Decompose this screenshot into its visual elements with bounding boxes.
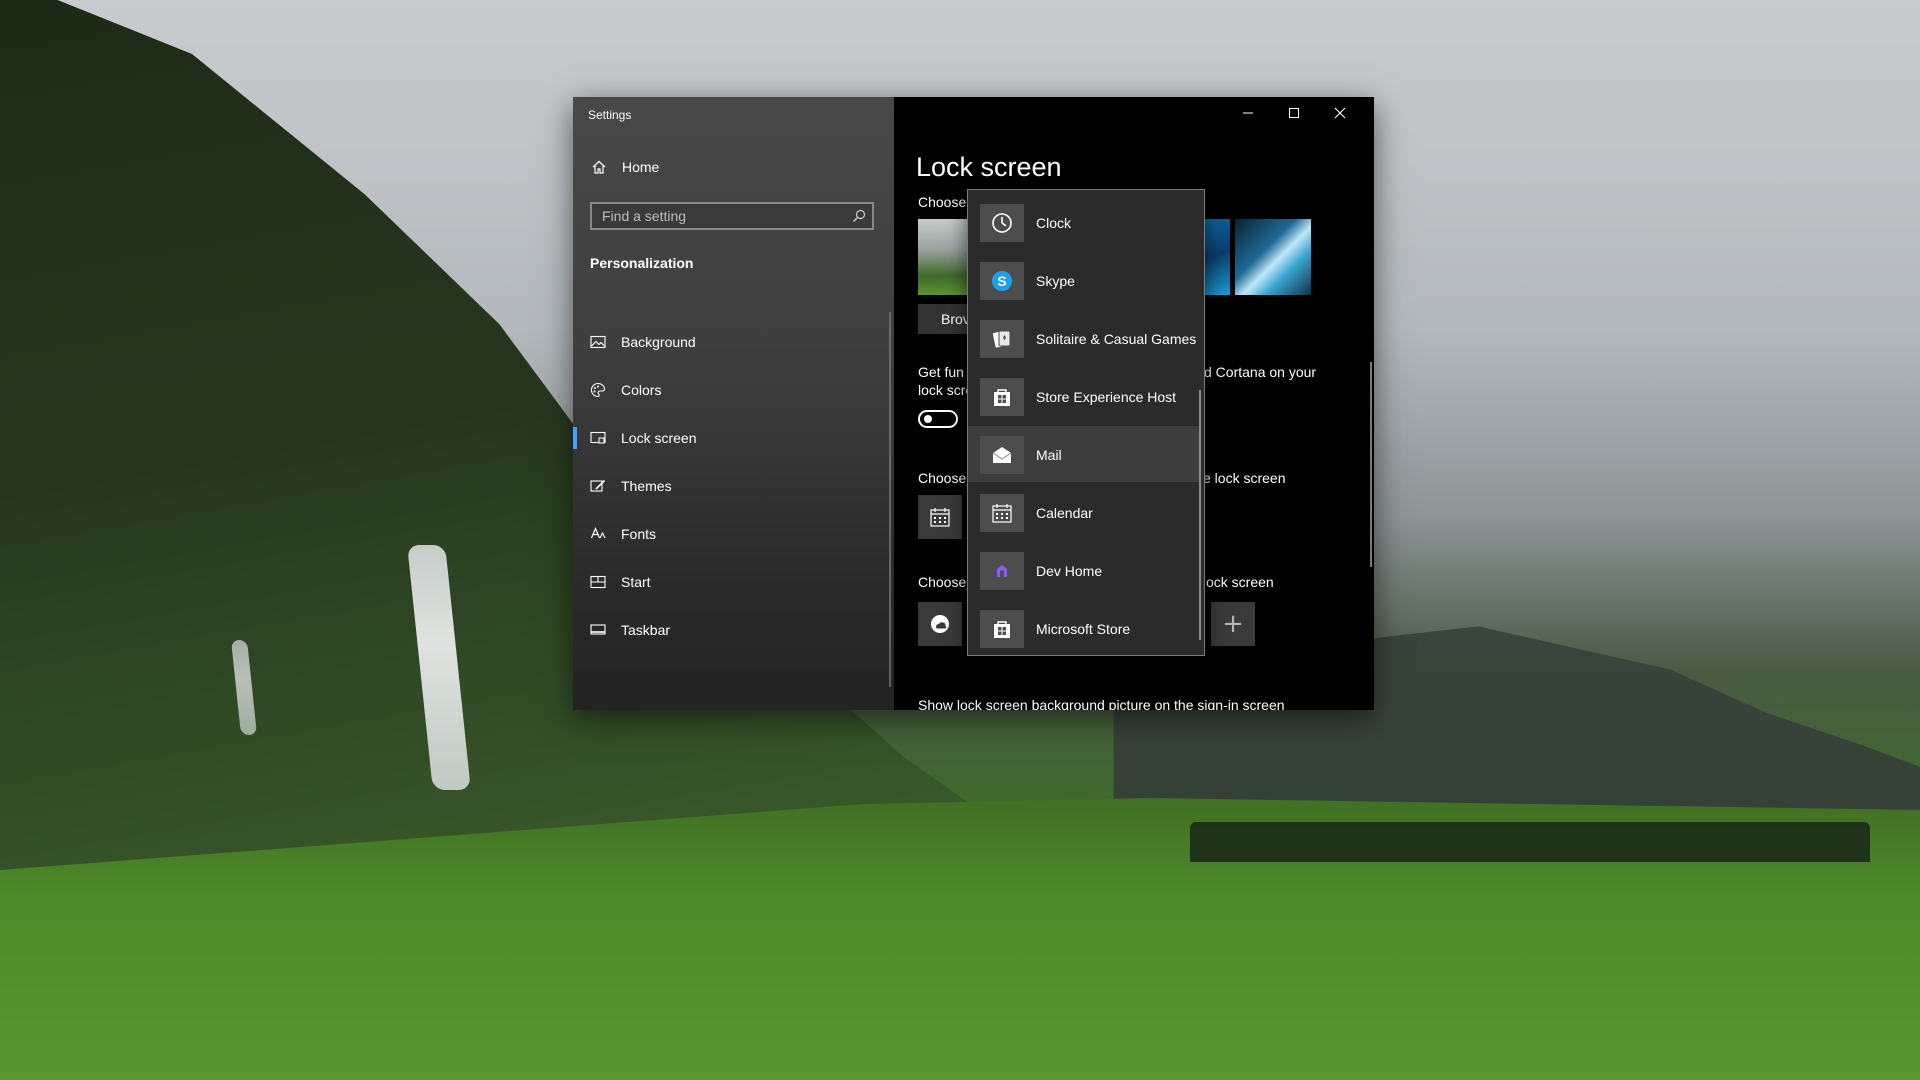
- window-title: Settings: [588, 108, 632, 122]
- flyout-item-solitaire[interactable]: Solitaire & Casual Games: [968, 310, 1200, 366]
- sidebar-item-colors[interactable]: Colors: [573, 370, 894, 410]
- home-button[interactable]: Home: [573, 151, 894, 183]
- flyout-item-label: Calendar: [1036, 505, 1093, 521]
- flyout-item-calendar[interactable]: Calendar: [968, 484, 1200, 540]
- sidebar-scrollbar[interactable]: [889, 312, 891, 687]
- sidebar-item-label: Taskbar: [621, 622, 671, 638]
- flyout-item-skype[interactable]: S Skype: [968, 252, 1200, 308]
- palette-icon: [590, 382, 606, 398]
- close-button[interactable]: [1317, 97, 1363, 129]
- navigation-pane: Settings Home Personalization Background: [573, 97, 894, 710]
- flyout-item-label: Mail: [1036, 447, 1062, 463]
- flyout-item-label: Store Experience Host: [1036, 389, 1177, 405]
- fun-facts-label-left: Get fun: [918, 364, 964, 380]
- sidebar-item-label: Start: [621, 574, 651, 590]
- maximize-button[interactable]: [1271, 97, 1317, 129]
- picture-icon: [590, 334, 606, 350]
- maximize-icon: [1289, 108, 1299, 118]
- plus-icon: +: [1222, 609, 1244, 639]
- sidebar-item-label: Background: [621, 334, 696, 350]
- flyout-item-label: Dev Home: [1036, 563, 1103, 579]
- quick-status-label-left: Choose: [918, 574, 967, 590]
- signin-picture-label: Show lock screen background picture on t…: [918, 697, 1285, 710]
- fun-facts-toggle[interactable]: [918, 410, 958, 428]
- weather-icon: [931, 615, 949, 633]
- recent-picture-5[interactable]: [1235, 219, 1311, 295]
- sidebar-item-label: Themes: [621, 478, 672, 494]
- calendar-icon: [930, 508, 950, 527]
- sidebar-item-themes[interactable]: Themes: [573, 466, 894, 506]
- flyout-item-label: Skype: [1036, 273, 1075, 289]
- search-input[interactable]: [592, 204, 852, 228]
- cards-icon: [980, 320, 1024, 358]
- start-icon: [590, 574, 606, 590]
- taskbar-icon: [590, 622, 606, 638]
- flyout-item-label: Solitaire & Casual Games: [1036, 331, 1197, 347]
- flyout-item-clock[interactable]: Clock: [968, 194, 1200, 250]
- sidebar-item-background[interactable]: Background: [573, 322, 894, 362]
- fun-facts-label-right: d Cortana on your: [1204, 364, 1317, 380]
- detailed-status-label-left: Choose: [918, 470, 967, 486]
- sidebar-item-start[interactable]: Start: [573, 562, 894, 602]
- brush-icon: [590, 478, 606, 494]
- search-box[interactable]: [590, 202, 874, 230]
- choose-picture-label: Choose: [918, 194, 967, 210]
- toggle-knob: [924, 415, 932, 423]
- active-indicator: [573, 427, 577, 449]
- store-icon: [980, 610, 1024, 648]
- detailed-status-label-right: e lock screen: [1203, 470, 1286, 486]
- flyout-scrollbar[interactable]: [1199, 390, 1201, 640]
- calendar-icon: [980, 494, 1024, 532]
- flyout-item-store-experience-host[interactable]: Store Experience Host: [968, 368, 1200, 424]
- sidebar-item-lock-screen[interactable]: Lock screen: [573, 418, 894, 458]
- fun-facts-label-line2: lock scre: [918, 382, 974, 398]
- mail-icon: [980, 436, 1024, 474]
- add-quick-status-button[interactable]: +: [1211, 602, 1255, 646]
- content-scrollbar[interactable]: [1370, 362, 1372, 567]
- sidebar-item-label: Colors: [621, 382, 662, 398]
- minimize-icon: [1243, 112, 1253, 114]
- lock-screen-icon: [590, 430, 606, 446]
- quick-status-app-button[interactable]: [918, 602, 962, 646]
- flyout-item-microsoft-store[interactable]: Microsoft Store: [968, 600, 1200, 656]
- sidebar-item-label: Fonts: [621, 526, 657, 542]
- skype-icon: S: [980, 262, 1024, 300]
- flyout-item-label: Clock: [1036, 215, 1072, 231]
- flyout-item-mail[interactable]: Mail: [968, 426, 1200, 482]
- sidebar-item-fonts[interactable]: Fonts: [573, 514, 894, 554]
- section-title: Personalization: [590, 255, 694, 271]
- detailed-status-app-button[interactable]: [918, 495, 962, 539]
- page-title: Lock screen: [916, 152, 1062, 182]
- minimize-button[interactable]: [1225, 97, 1271, 129]
- browse-label: Brov: [941, 311, 970, 327]
- flyout-item-label: Microsoft Store: [1036, 621, 1131, 637]
- home-label: Home: [622, 159, 660, 175]
- search-icon[interactable]: [852, 209, 866, 223]
- app-picker-flyout: Clock S Skype Solitaire & Casual Games S…: [967, 189, 1205, 656]
- treeline: [1190, 822, 1870, 862]
- store-icon: [980, 378, 1024, 416]
- font-icon: [590, 526, 606, 542]
- flyout-item-dev-home[interactable]: Dev Home: [968, 542, 1200, 598]
- home-icon: [591, 159, 607, 175]
- svg-text:S: S: [997, 273, 1006, 289]
- quick-status-label-right: ock screen: [1206, 574, 1274, 590]
- close-icon: [1334, 107, 1346, 119]
- dev-home-icon: [980, 552, 1024, 590]
- sidebar-item-taskbar[interactable]: Taskbar: [573, 610, 894, 650]
- clock-icon: [980, 204, 1024, 242]
- sidebar-item-label: Lock screen: [621, 430, 697, 446]
